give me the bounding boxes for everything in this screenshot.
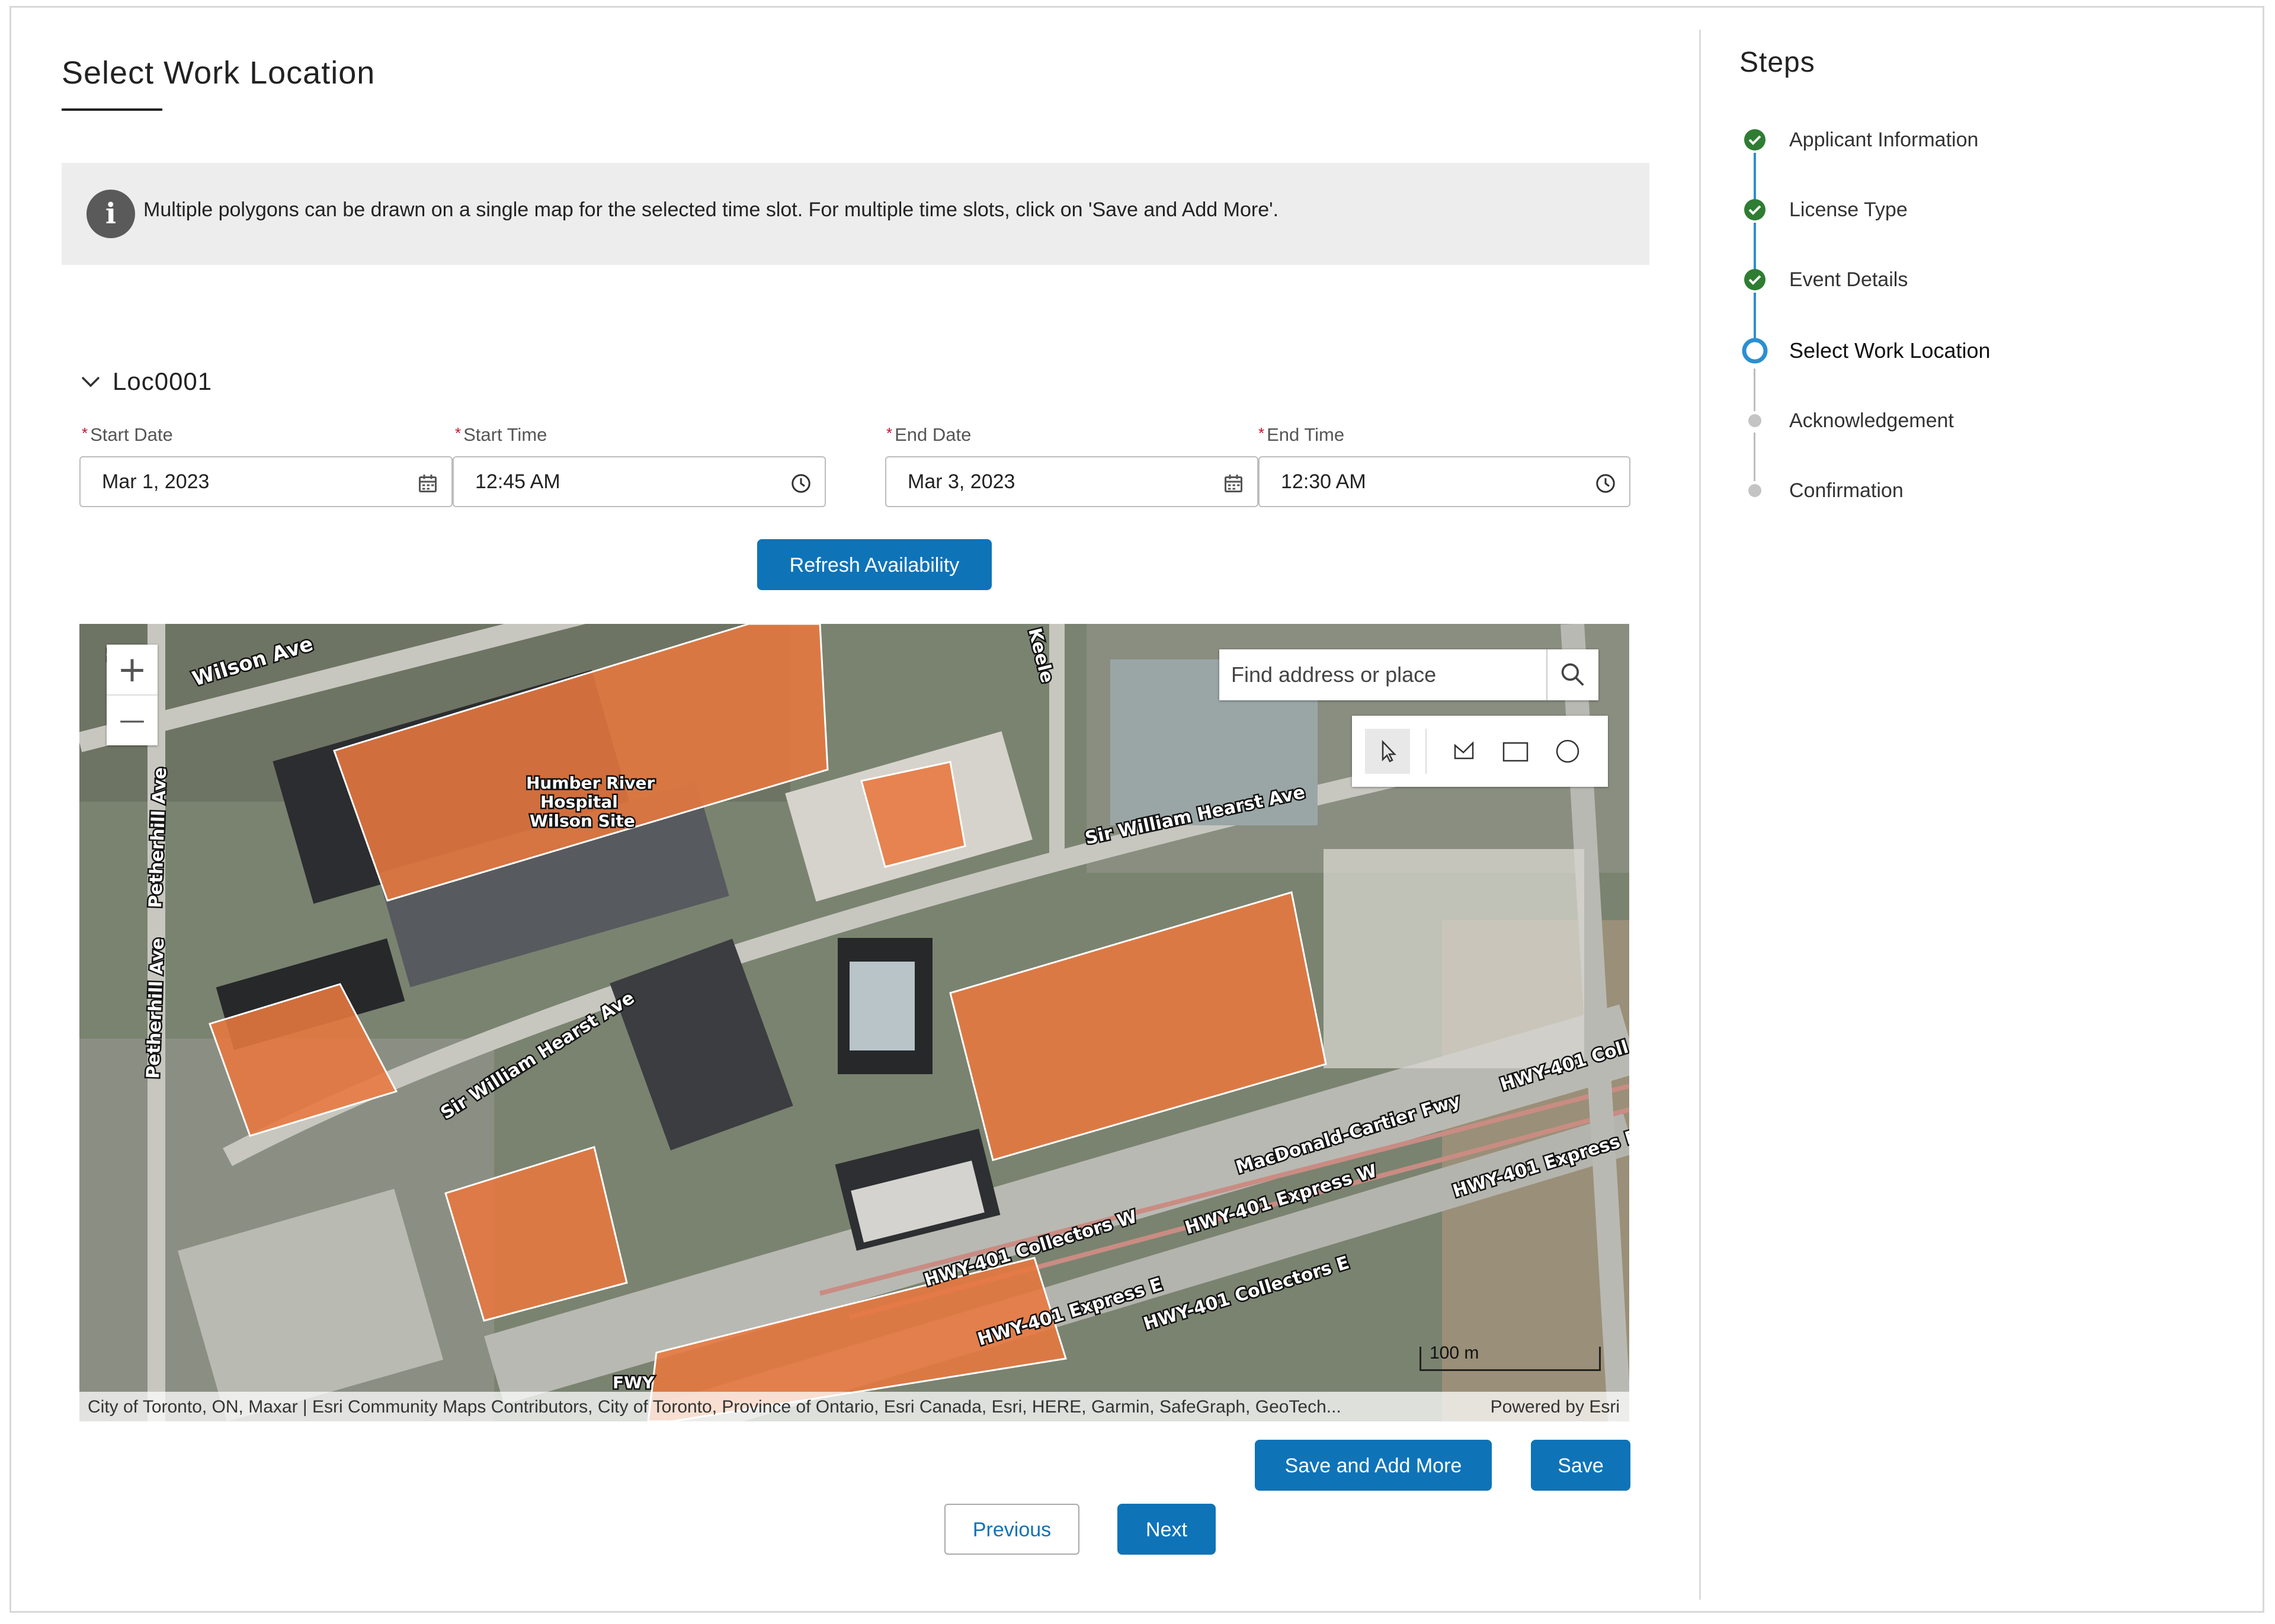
map-search[interactable]: Find address or place bbox=[1219, 649, 1598, 700]
search-input[interactable]: Find address or place bbox=[1231, 662, 1436, 687]
start-date-label: * Start Date bbox=[82, 424, 173, 445]
step-label: Select Work Location bbox=[1789, 338, 1991, 363]
start-time-field[interactable]: 12:45 AM bbox=[453, 456, 826, 507]
end-time-label: * End Time bbox=[1258, 424, 1345, 445]
step-acknowledgement: Acknowledgement bbox=[1739, 405, 1954, 436]
step-applicant-information[interactable]: Applicant Information bbox=[1739, 124, 1978, 155]
required-marker: * bbox=[1258, 424, 1265, 442]
end-time-field[interactable]: 12:30 AM bbox=[1258, 456, 1630, 507]
powered-by-esri[interactable]: Powered by Esri bbox=[1491, 1397, 1620, 1417]
map-label: Wilson Site bbox=[530, 811, 635, 831]
required-marker: * bbox=[82, 424, 88, 442]
search-icon[interactable] bbox=[1559, 661, 1585, 687]
step-label: Confirmation bbox=[1789, 479, 1904, 502]
map-label: FWY bbox=[613, 1373, 655, 1392]
start-time-value: 12:45 AM bbox=[475, 470, 560, 493]
save-button[interactable]: Save bbox=[1531, 1440, 1630, 1491]
steps-title: Steps bbox=[1739, 47, 1815, 78]
scale-label: 100 m bbox=[1430, 1343, 1479, 1363]
rectangle-tool-icon bbox=[1502, 742, 1529, 762]
zoom-out-button[interactable]: — bbox=[107, 696, 158, 745]
title-underline bbox=[62, 108, 162, 111]
circle-tool-button[interactable] bbox=[1545, 729, 1590, 774]
calendar-icon[interactable] bbox=[417, 473, 438, 494]
end-date-field[interactable]: Mar 3, 2023 bbox=[885, 456, 1258, 507]
toolbar-divider bbox=[1425, 729, 1427, 774]
chevron-down-icon bbox=[81, 376, 100, 387]
pending-step-icon bbox=[1739, 405, 1770, 436]
select-tool-icon bbox=[1382, 739, 1396, 763]
attribution-text: City of Toronto, ON, Maxar | Esri Commun… bbox=[88, 1397, 1341, 1417]
info-message: Multiple polygons can be drawn on a sing… bbox=[143, 198, 1279, 221]
rectangle-tool-button[interactable] bbox=[1493, 729, 1538, 774]
previous-button[interactable]: Previous bbox=[944, 1504, 1079, 1555]
zoom-in-button[interactable]: + bbox=[107, 645, 158, 694]
end-time-value: 12:30 AM bbox=[1281, 470, 1366, 493]
info-banner: i Multiple polygons can be drawn on a si… bbox=[62, 163, 1649, 265]
start-date-value: Mar 1, 2023 bbox=[102, 470, 210, 493]
calendar-icon[interactable] bbox=[1223, 473, 1244, 494]
pending-step-icon bbox=[1739, 475, 1770, 506]
step-connector bbox=[1754, 433, 1755, 481]
step-confirmation: Confirmation bbox=[1739, 475, 1904, 506]
step-label: Applicant Information bbox=[1789, 128, 1979, 151]
location-section-toggle[interactable]: Loc0001 bbox=[78, 367, 212, 396]
start-time-label: * Start Time bbox=[455, 424, 547, 445]
page-title: Select Work Location bbox=[62, 55, 376, 91]
circle-tool-icon bbox=[1556, 739, 1579, 763]
step-label: Acknowledgement bbox=[1789, 409, 1954, 432]
polygon-tool-icon bbox=[1454, 741, 1474, 760]
check-circle-icon bbox=[1739, 264, 1770, 295]
step-license-type[interactable]: License Type bbox=[1739, 194, 1908, 225]
select-tool-button[interactable] bbox=[1365, 729, 1410, 774]
search-divider bbox=[1546, 649, 1547, 700]
check-circle-icon bbox=[1739, 124, 1770, 155]
sketch-toolbar bbox=[1352, 716, 1608, 787]
map-attribution: City of Toronto, ON, Maxar | Esri Commun… bbox=[79, 1392, 1629, 1421]
scale-bar: 100 m bbox=[1420, 1343, 1601, 1371]
end-date-label: * End Date bbox=[886, 424, 972, 445]
current-step-icon bbox=[1739, 335, 1770, 366]
clock-icon[interactable] bbox=[790, 473, 812, 494]
clock-icon[interactable] bbox=[1595, 473, 1616, 494]
info-icon: i bbox=[86, 190, 135, 238]
check-circle-icon bbox=[1739, 194, 1770, 225]
required-marker: * bbox=[886, 424, 893, 442]
sidebar-divider bbox=[1699, 30, 1701, 1600]
map-label: Hospital bbox=[540, 792, 618, 812]
location-name: Loc0001 bbox=[113, 367, 213, 395]
map-view[interactable]: Wilson Ave Humber River Hospital Wilson … bbox=[79, 624, 1629, 1421]
end-date-value: Mar 3, 2023 bbox=[908, 470, 1015, 493]
step-label: License Type bbox=[1789, 198, 1908, 221]
step-label: Event Details bbox=[1789, 268, 1908, 291]
refresh-availability-button[interactable]: Refresh Availability bbox=[757, 539, 992, 590]
next-button[interactable]: Next bbox=[1117, 1504, 1216, 1555]
zoom-controls: + — bbox=[107, 645, 158, 745]
step-select-work-location[interactable]: Select Work Location bbox=[1739, 335, 1991, 366]
step-event-details[interactable]: Event Details bbox=[1739, 264, 1908, 295]
map-label: Humber River bbox=[526, 773, 655, 793]
start-date-field[interactable]: Mar 1, 2023 bbox=[79, 456, 453, 507]
polygon-tool-button[interactable] bbox=[1441, 729, 1486, 774]
save-and-add-more-button[interactable]: Save and Add More bbox=[1255, 1440, 1492, 1491]
required-marker: * bbox=[455, 424, 462, 442]
